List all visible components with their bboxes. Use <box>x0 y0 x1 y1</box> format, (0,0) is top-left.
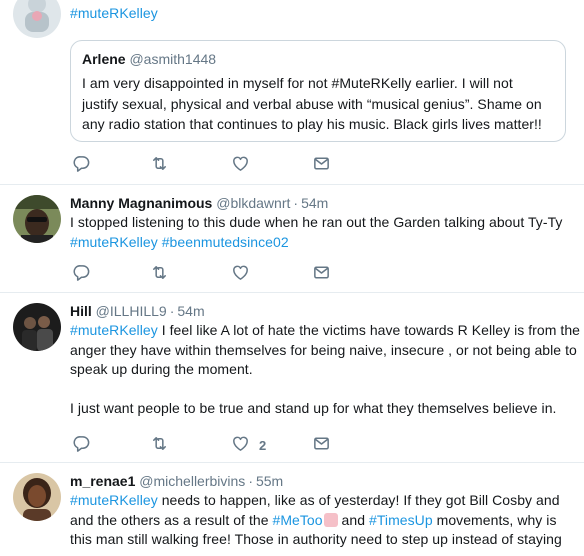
hashtag[interactable]: #muteRKelley <box>70 5 158 21</box>
like-icon <box>231 434 250 456</box>
like-button[interactable]: 2 <box>231 435 266 455</box>
author-handle[interactable]: @blkdawnrt <box>216 195 290 211</box>
quoted-author-handle[interactable]: @asmith1448 <box>129 51 216 67</box>
retweet-icon <box>150 154 169 176</box>
raised-hands-emoji <box>323 512 338 527</box>
hashtag[interactable]: #TimesUp <box>369 512 433 528</box>
tweet-2[interactable]: Manny Magnanimous @blkdawnrt · 54m I stopp… <box>0 185 584 293</box>
avatar[interactable] <box>13 473 61 521</box>
reply-button[interactable] <box>72 155 91 175</box>
author-name[interactable]: m_renae1 <box>70 473 135 489</box>
message-button[interactable] <box>312 264 331 284</box>
like-button[interactable] <box>231 264 259 284</box>
like-icon <box>231 154 250 176</box>
separator-dot: · <box>248 473 253 489</box>
quoted-author-name[interactable]: Arlene <box>82 51 126 67</box>
like-count: 2 <box>259 437 267 453</box>
author-name[interactable]: Hill <box>70 303 92 319</box>
message-button[interactable] <box>312 155 331 175</box>
hashtag[interactable]: #MeToo <box>273 512 323 528</box>
avatar[interactable] <box>13 303 61 351</box>
timestamp[interactable]: 54m <box>177 303 204 319</box>
message-icon <box>312 154 331 176</box>
tweet-text: #muteRKelley I feel like A lot of hate t… <box>70 322 580 416</box>
reply-button[interactable] <box>72 264 91 284</box>
message-button[interactable] <box>312 435 331 455</box>
separator-dot: · <box>293 195 299 211</box>
retweet-button[interactable] <box>150 264 169 284</box>
tweet-1[interactable]: #muteRKelley Arlene @asmith1448 I am ver… <box>0 0 584 185</box>
reply-button[interactable] <box>72 435 91 455</box>
retweet-button[interactable] <box>150 435 169 455</box>
avatar[interactable] <box>13 0 61 38</box>
timestamp[interactable]: 54m <box>301 195 328 211</box>
hashtag[interactable]: #beenmutedsince02 <box>162 234 289 250</box>
author-handle[interactable]: @ILLHILL9 <box>96 303 167 319</box>
tweet-text: #muteRKelley needs to happen, like as of… <box>70 492 562 547</box>
hashtag[interactable]: #muteRKelley <box>70 322 158 338</box>
reply-icon <box>72 434 91 456</box>
author-handle[interactable]: @michellerbivins <box>139 473 245 489</box>
timestamp[interactable]: 55m <box>256 473 283 489</box>
reply-icon <box>72 263 91 285</box>
like-button[interactable] <box>231 155 259 175</box>
like-icon <box>231 263 250 285</box>
hashtag[interactable]: #muteRKelley <box>70 234 158 250</box>
tweet-text: I stopped listening to this dude when he… <box>70 214 563 250</box>
tweet-4[interactable]: m_renae1 @michellerbivins · 55m #muteRKell… <box>0 463 584 556</box>
quoted-tweet[interactable]: Arlene @asmith1448 I am very disappointe… <box>70 40 566 142</box>
avatar[interactable] <box>13 195 61 243</box>
author-name[interactable]: Manny Magnanimous <box>70 195 212 211</box>
tweet-3[interactable]: Hill @ILLHILL9 · 54m #muteRKelley I feel l… <box>0 293 584 463</box>
reply-icon <box>72 154 91 176</box>
retweet-button[interactable] <box>150 155 169 175</box>
separator-dot: · <box>169 303 175 319</box>
hashtag[interactable]: #muteRKelley <box>70 492 158 508</box>
retweet-icon <box>150 263 169 285</box>
quoted-tweet-text: I am very disappointed in myself for not… <box>82 75 542 132</box>
message-icon <box>312 263 331 285</box>
message-icon <box>312 434 331 456</box>
retweet-icon <box>150 434 169 456</box>
